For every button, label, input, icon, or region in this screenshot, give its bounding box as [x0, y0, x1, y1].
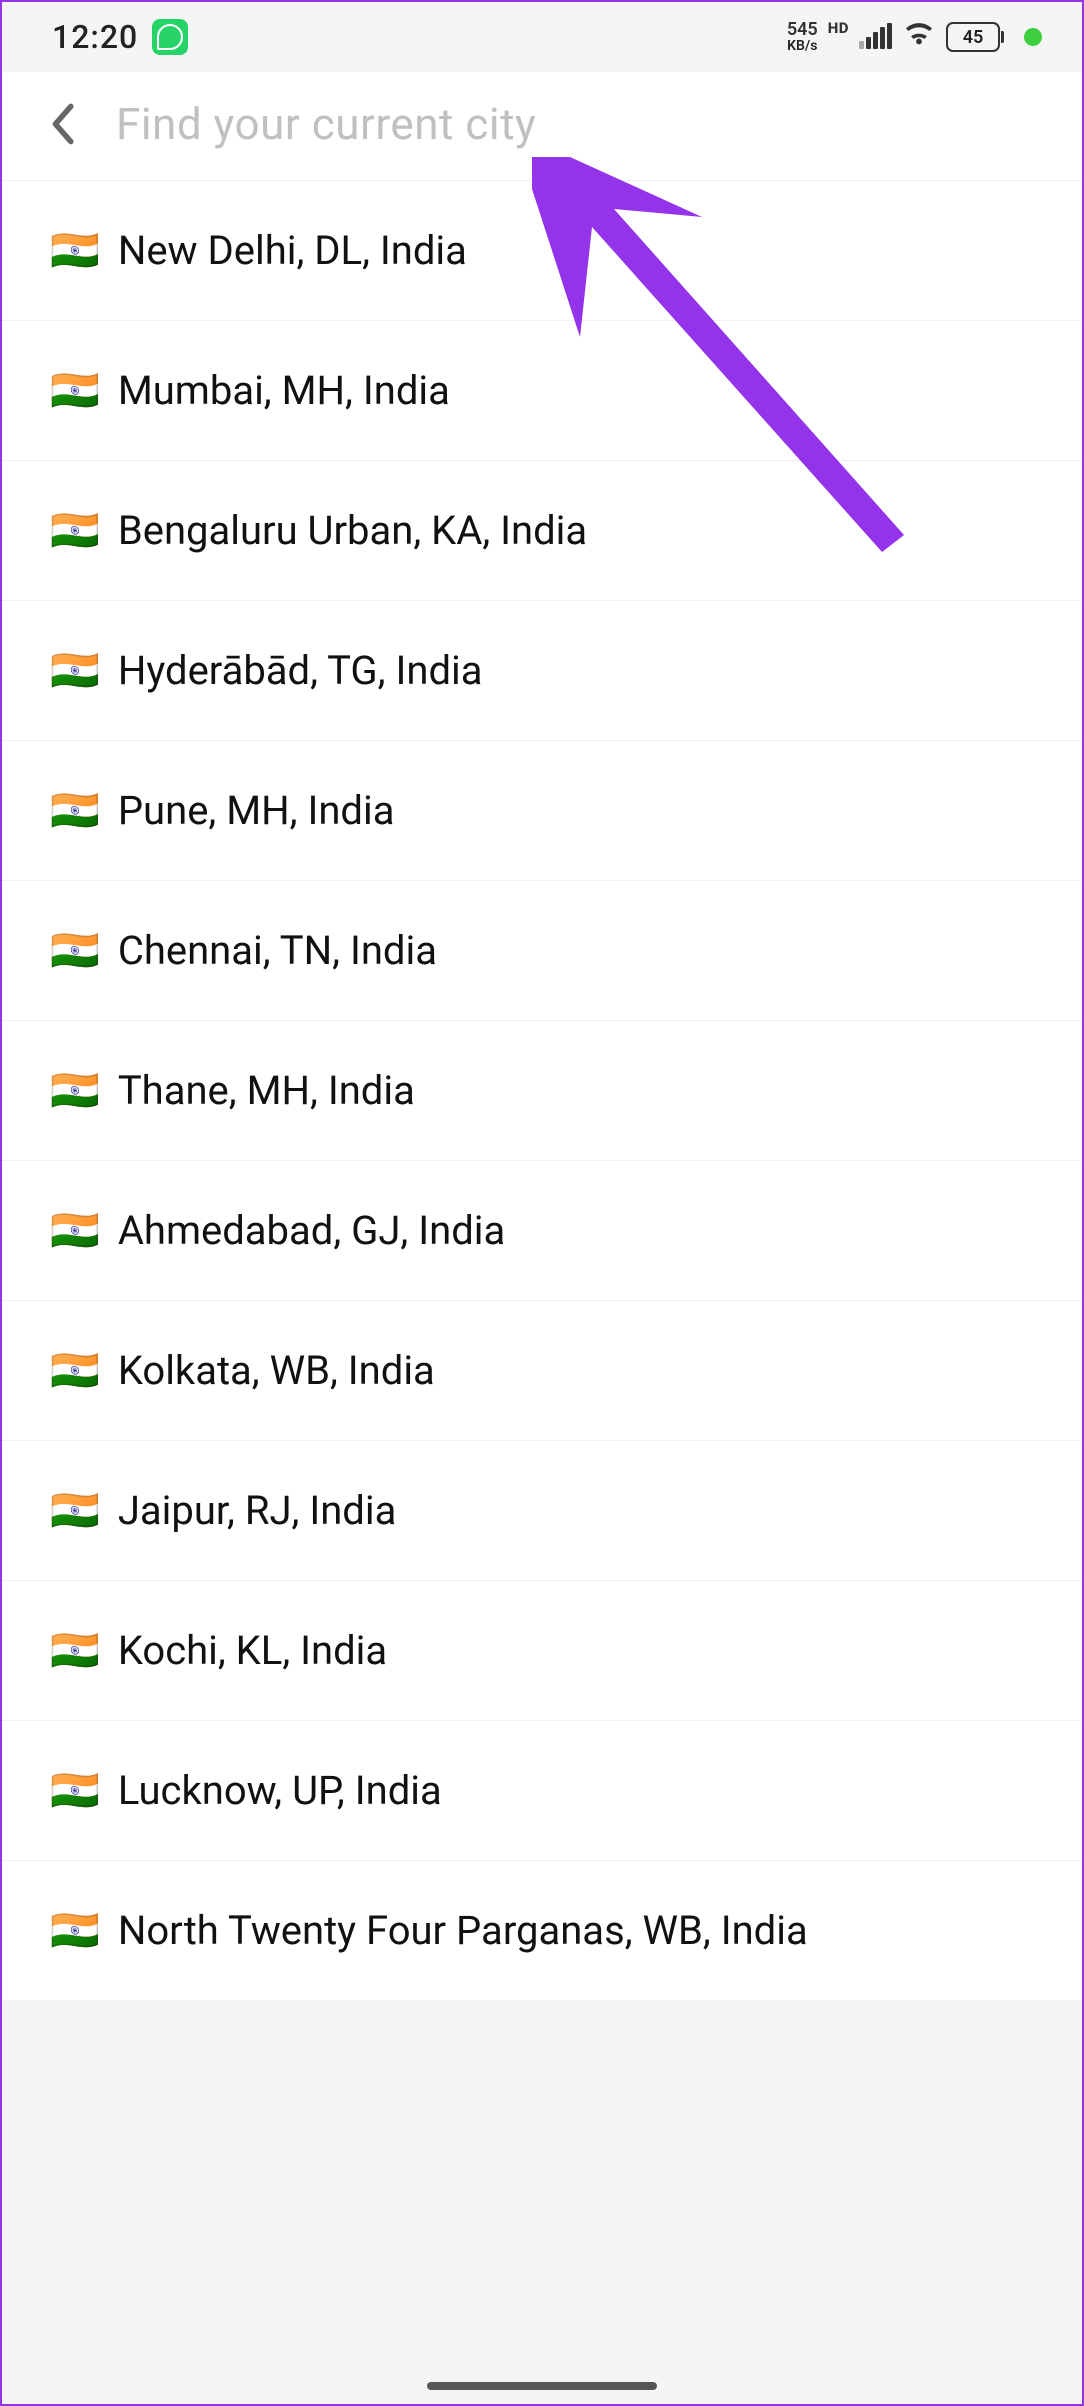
flag-icon: 🇮🇳 — [50, 1071, 100, 1111]
city-label: North Twenty Four Parganas, WB, India — [118, 1907, 808, 1954]
city-label: Pune, MH, India — [118, 787, 395, 834]
city-label: New Delhi, DL, India — [118, 227, 467, 274]
city-item[interactable]: 🇮🇳 Lucknow, UP, India — [2, 1721, 1082, 1861]
flag-icon: 🇮🇳 — [50, 1351, 100, 1391]
city-item[interactable]: 🇮🇳 New Delhi, DL, India — [2, 181, 1082, 321]
city-item[interactable]: 🇮🇳 Hyderābād, TG, India — [2, 601, 1082, 741]
city-label: Thane, MH, India — [118, 1067, 415, 1114]
status-right: 545 KB/s HD 45 — [787, 16, 1042, 58]
whatsapp-icon — [152, 19, 188, 55]
city-item[interactable]: 🇮🇳 Ahmedabad, GJ, India — [2, 1161, 1082, 1301]
status-bar: 12:20 545 KB/s HD 45 — [2, 2, 1082, 72]
signal-icon — [859, 25, 892, 49]
city-list: 🇮🇳 New Delhi, DL, India 🇮🇳 Mumbai, MH, I… — [2, 181, 1082, 2001]
city-label: Lucknow, UP, India — [118, 1767, 442, 1814]
city-label: Kochi, KL, India — [118, 1627, 387, 1674]
city-label: Kolkata, WB, India — [118, 1347, 435, 1394]
city-label: Jaipur, RJ, India — [118, 1487, 397, 1534]
back-button[interactable] — [42, 104, 82, 144]
privacy-dot-icon — [1024, 28, 1042, 46]
clock-time: 12:20 — [52, 18, 138, 56]
city-label: Ahmedabad, GJ, India — [118, 1207, 505, 1254]
search-header — [2, 72, 1082, 181]
status-left: 12:20 — [52, 18, 188, 56]
flag-icon: 🇮🇳 — [50, 1911, 100, 1951]
city-item[interactable]: 🇮🇳 Kochi, KL, India — [2, 1581, 1082, 1721]
flag-icon: 🇮🇳 — [50, 1631, 100, 1671]
flag-icon: 🇮🇳 — [50, 511, 100, 551]
city-item[interactable]: 🇮🇳 Mumbai, MH, India — [2, 321, 1082, 461]
flag-icon: 🇮🇳 — [50, 231, 100, 271]
city-label: Bengaluru Urban, KA, India — [118, 507, 587, 554]
city-item[interactable]: 🇮🇳 North Twenty Four Parganas, WB, India — [2, 1861, 1082, 2001]
hd-icon: HD — [828, 19, 849, 37]
city-item[interactable]: 🇮🇳 Bengaluru Urban, KA, India — [2, 461, 1082, 601]
home-indicator[interactable] — [427, 2382, 657, 2390]
city-item[interactable]: 🇮🇳 Kolkata, WB, India — [2, 1301, 1082, 1441]
battery-icon: 45 — [946, 22, 1004, 52]
flag-icon: 🇮🇳 — [50, 651, 100, 691]
network-speed: 545 KB/s — [787, 21, 818, 53]
flag-icon: 🇮🇳 — [50, 371, 100, 411]
city-label: Hyderābād, TG, India — [118, 647, 483, 694]
flag-icon: 🇮🇳 — [50, 931, 100, 971]
city-search-input[interactable] — [116, 98, 1042, 150]
chevron-left-icon — [48, 102, 76, 146]
flag-icon: 🇮🇳 — [50, 791, 100, 831]
wifi-icon — [902, 16, 936, 58]
city-item[interactable]: 🇮🇳 Thane, MH, India — [2, 1021, 1082, 1161]
city-label: Mumbai, MH, India — [118, 367, 450, 414]
city-item[interactable]: 🇮🇳 Jaipur, RJ, India — [2, 1441, 1082, 1581]
flag-icon: 🇮🇳 — [50, 1491, 100, 1531]
city-label: Chennai, TN, India — [118, 927, 437, 974]
flag-icon: 🇮🇳 — [50, 1771, 100, 1811]
city-item[interactable]: 🇮🇳 Pune, MH, India — [2, 741, 1082, 881]
flag-icon: 🇮🇳 — [50, 1211, 100, 1251]
city-item[interactable]: 🇮🇳 Chennai, TN, India — [2, 881, 1082, 1021]
